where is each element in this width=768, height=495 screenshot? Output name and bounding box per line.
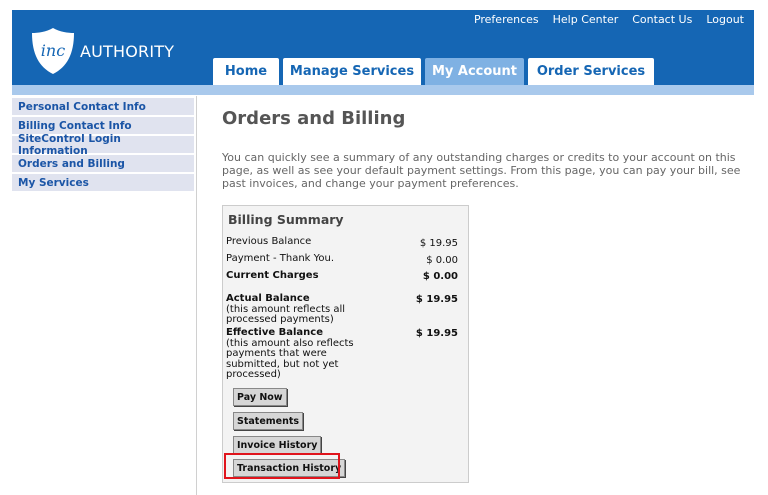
- billing-summary-title: Billing Summary: [228, 212, 344, 227]
- tab-my-account[interactable]: My Account: [425, 58, 524, 85]
- transaction-history-highlight: [224, 453, 340, 479]
- tab-home[interactable]: Home: [213, 58, 279, 85]
- previous-balance-label: Previous Balance: [226, 236, 312, 247]
- logo-text: AUTHORITY: [80, 41, 175, 61]
- sidebar-divider: [196, 96, 197, 495]
- sidebar-item-sitecontrol-login[interactable]: SiteControl Login Information: [12, 133, 194, 157]
- tab-manage-services[interactable]: Manage Services: [283, 58, 421, 85]
- actual-balance-note: (this amount reflects all processed paym…: [226, 303, 346, 325]
- effective-balance-block: Effective Balance (this amount also refl…: [226, 327, 376, 381]
- pay-now-button[interactable]: Pay Now: [233, 388, 287, 406]
- logo-mark: inc: [41, 41, 65, 60]
- contact-us-link[interactable]: Contact Us: [632, 13, 692, 26]
- main-tabs: Home Manage Services My Account Order Se…: [213, 58, 654, 85]
- current-charges-label: Current Charges: [226, 270, 319, 281]
- invoice-history-button[interactable]: Invoice History: [233, 436, 322, 454]
- effective-balance-value: $ 19.95: [415, 328, 458, 339]
- sidebar-item-personal-contact-info[interactable]: Personal Contact Info: [12, 98, 194, 115]
- shield-logo-icon: inc: [32, 28, 74, 74]
- tab-order-services[interactable]: Order Services: [528, 58, 654, 85]
- header-bar: Preferences Help Center Contact Us Logou…: [12, 10, 754, 85]
- page-title: Orders and Billing: [222, 108, 406, 129]
- help-center-link[interactable]: Help Center: [553, 13, 619, 26]
- payment-label: Payment - Thank You.: [226, 253, 335, 264]
- sidebar-item-my-services[interactable]: My Services: [12, 174, 194, 191]
- previous-balance-value: $ 19.95: [419, 238, 458, 249]
- actual-balance-label: Actual Balance: [226, 293, 310, 304]
- effective-balance-label: Effective Balance: [226, 327, 324, 338]
- statements-button[interactable]: Statements: [233, 412, 304, 430]
- current-charges-value: $ 0.00: [422, 271, 458, 282]
- logo[interactable]: inc AUTHORITY: [30, 26, 174, 76]
- sidebar: Personal Contact Info Billing Contact In…: [12, 98, 194, 193]
- billing-summary-panel: Billing Summary Previous Balance $ 19.95…: [222, 205, 469, 483]
- logout-link[interactable]: Logout: [706, 13, 744, 26]
- sidebar-item-billing-contact-info[interactable]: Billing Contact Info: [12, 117, 194, 134]
- intro-text: You can quickly see a summary of any out…: [222, 151, 741, 190]
- header-stripe: [12, 85, 754, 95]
- payment-value: $ 0.00: [426, 255, 458, 266]
- preferences-link[interactable]: Preferences: [474, 13, 539, 26]
- effective-balance-note: (this amount also reflects payments that…: [226, 337, 354, 380]
- actual-balance-value: $ 19.95: [415, 294, 458, 305]
- top-links: Preferences Help Center Contact Us Logou…: [474, 13, 744, 26]
- actual-balance-block: Actual Balance (this amount reflects all…: [226, 293, 376, 326]
- sidebar-item-orders-and-billing[interactable]: Orders and Billing: [12, 155, 194, 172]
